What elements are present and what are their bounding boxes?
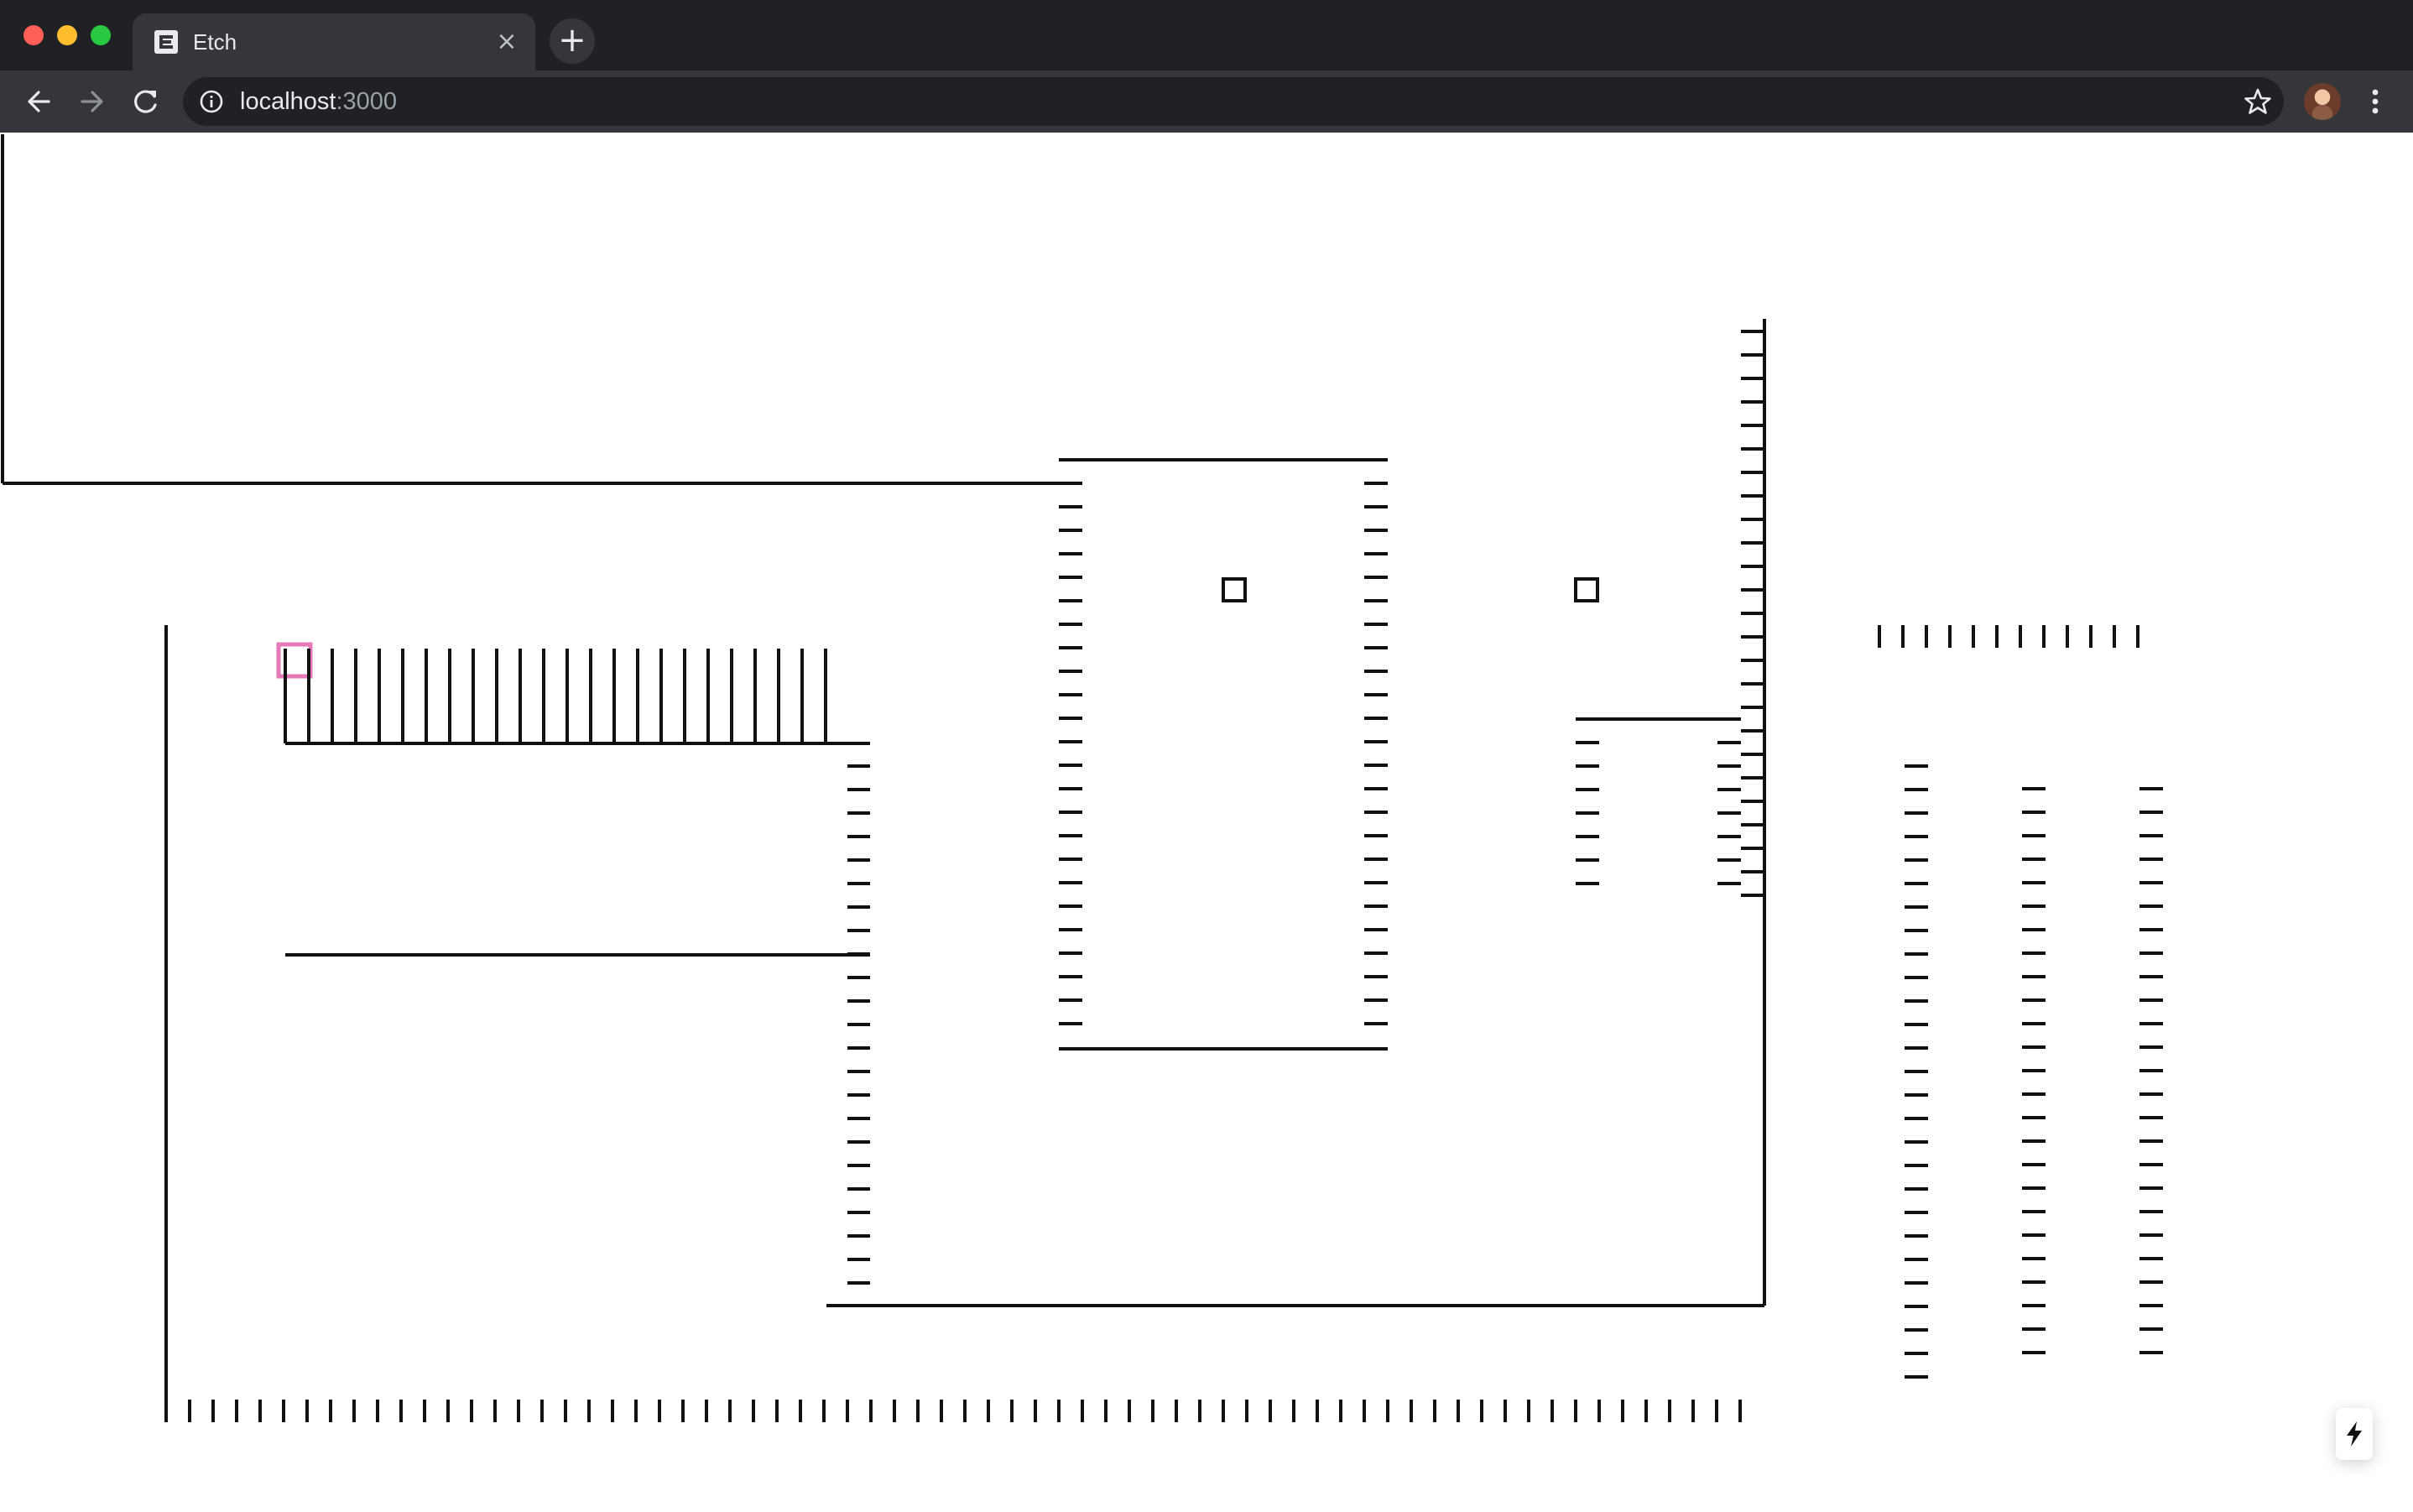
minimize-window-button[interactable] [57,25,77,45]
url-text[interactable]: localhost:3000 [240,87,397,116]
pad-square[interactable] [1222,577,1247,602]
new-tab-button[interactable]: + [550,18,595,64]
reload-button[interactable] [124,80,168,123]
address-bar[interactable]: localhost:3000 [183,77,2284,126]
forward-button[interactable] [70,80,114,123]
reload-icon [134,90,157,113]
zoom-window-button[interactable] [91,25,111,45]
lightning-bolt-icon [2347,1421,2362,1447]
pad-square[interactable] [1574,577,1599,602]
browser-toolbar: localhost:3000 [0,70,2413,134]
tab-close-icon[interactable]: × [490,25,524,59]
forward-arrow-icon [81,91,103,112]
browser-titlebar: Etch × + [0,0,2413,70]
more-vert-icon[interactable] [2363,84,2388,119]
etch-drawing-canvas[interactable] [0,133,2413,1512]
flash-button[interactable] [2336,1408,2373,1460]
info-icon[interactable] [198,88,225,115]
star-icon[interactable] [2242,86,2274,117]
back-arrow-icon [28,91,50,112]
close-window-button[interactable] [23,25,44,45]
selection-marker[interactable] [276,642,313,679]
back-button[interactable] [17,80,60,123]
avatar[interactable] [2304,83,2341,120]
tab-title: Etch [193,29,237,55]
page-viewport [0,133,2413,1512]
url-port: :3000 [336,88,398,115]
tab-etch[interactable]: Etch × [133,13,535,70]
etch-logo-icon [154,30,178,54]
url-host: localhost [240,88,336,115]
